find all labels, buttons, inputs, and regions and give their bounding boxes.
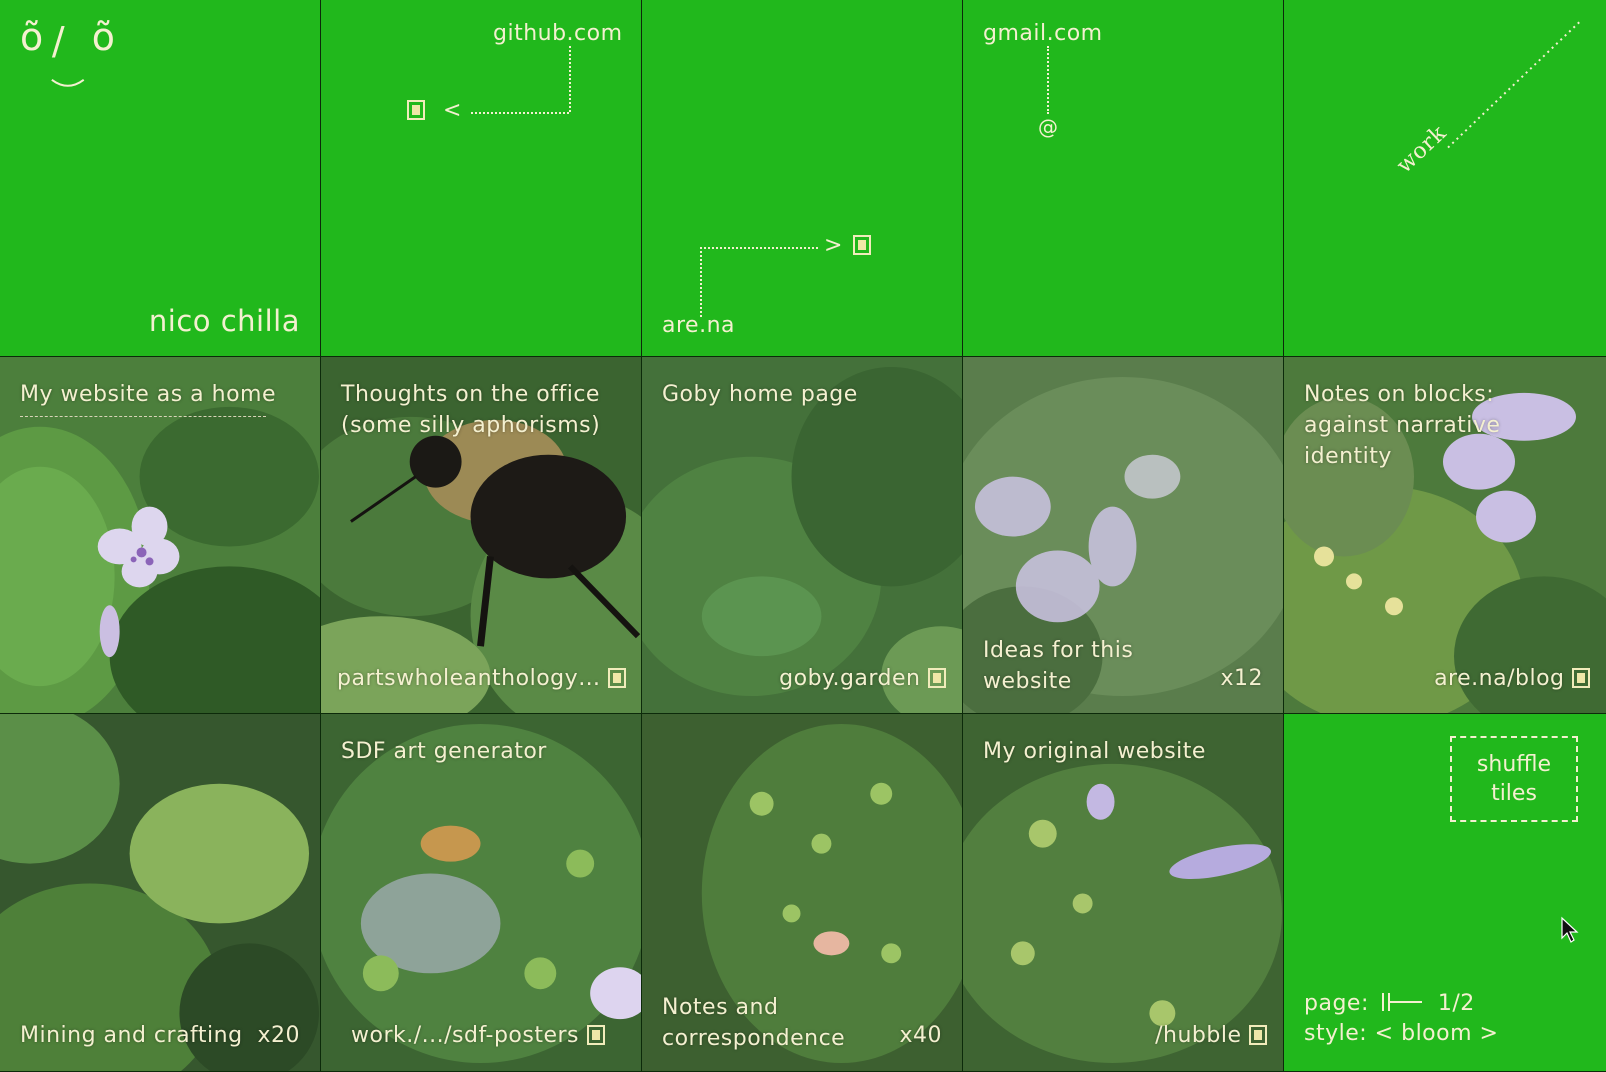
connector-line (700, 247, 818, 249)
page-indicator: page: 1/2 (1304, 991, 1475, 1016)
tile-title[interactable]: Ideas for this website (983, 635, 1163, 697)
connector-line (569, 46, 571, 112)
window-icon (1572, 668, 1590, 688)
tile-link[interactable]: are.na/blog (1434, 663, 1590, 694)
style-value: bloom (1401, 1021, 1473, 1046)
tile-arena[interactable]: > are.na (642, 0, 963, 357)
item-count: x12 (1220, 666, 1263, 691)
leaf-photo (0, 714, 320, 1071)
tile-face: õ / õ nico chilla (0, 0, 321, 357)
tile-title[interactable]: Notes on blocks: against narrative ident… (1304, 379, 1524, 472)
window-icon (928, 668, 946, 688)
tile-title[interactable]: Mining and crafting (20, 1020, 243, 1051)
leaf-photo (642, 357, 962, 713)
page-number: 1/2 (1437, 991, 1475, 1016)
connector-line (471, 112, 569, 114)
connector-line (1047, 46, 1049, 114)
page-progress-icon (1382, 993, 1423, 1011)
window-icon[interactable] (853, 230, 871, 261)
window-icon[interactable] (407, 95, 425, 126)
tile-title[interactable]: My original website (983, 736, 1206, 767)
svg-text:/: / (52, 19, 65, 63)
tile-notes[interactable]: Notes and correspondence x40 (642, 714, 963, 1072)
svg-text:õ: õ (92, 15, 115, 59)
item-count: x20 (257, 1023, 300, 1048)
tile-original-site[interactable]: My original website /hubble (963, 714, 1284, 1072)
at-sign-icon: @ (1038, 115, 1059, 139)
window-icon (1249, 1025, 1267, 1045)
gmail-link[interactable]: gmail.com (983, 18, 1103, 49)
window-icon (586, 1025, 605, 1045)
plant-photo (321, 714, 641, 1071)
github-link[interactable]: github.com (493, 18, 623, 49)
site-owner-name[interactable]: nico chilla (149, 306, 300, 337)
tile-link[interactable]: goby.garden (779, 663, 946, 694)
tile-work[interactable]: work (1284, 0, 1606, 357)
tile-title[interactable]: My website as a home (20, 379, 276, 410)
arrow-right-icon: > (824, 233, 843, 258)
diagonal-connector (1447, 19, 1583, 149)
style-next-button[interactable]: > (1480, 1021, 1499, 1046)
tile-link[interactable]: partswholeanthology… (337, 663, 627, 694)
tile-sdf[interactable]: SDF art generator work./.../sdf-posters (321, 714, 642, 1072)
connector-line (700, 247, 702, 317)
tile-goby[interactable]: Goby home page goby.garden (642, 357, 963, 714)
tile-link[interactable]: /hubble (1155, 1020, 1267, 1051)
flower-photo (0, 357, 320, 713)
tile-ideas[interactable]: Ideas for this website x12 (963, 357, 1284, 714)
arrow-left-icon: < (443, 98, 462, 123)
tile-controls: shuffle tiles page: 1/2 style: < bloom > (1284, 714, 1606, 1072)
style-selector: style: < bloom > (1304, 1021, 1499, 1046)
title-underline (20, 416, 266, 417)
style-prev-button[interactable]: < (1375, 1021, 1394, 1046)
tile-title[interactable]: Goby home page (662, 379, 858, 410)
window-icon (608, 668, 627, 688)
tile-github[interactable]: github.com < (321, 0, 642, 357)
tile-home-essay[interactable]: My website as a home (0, 357, 321, 714)
tile-mining[interactable]: Mining and crafting x20 (0, 714, 321, 1072)
tile-gmail[interactable]: gmail.com @ (963, 0, 1284, 357)
tile-office-thoughts[interactable]: Thoughts on the office (some silly aphor… (321, 357, 642, 714)
mouse-cursor-icon (1561, 916, 1579, 943)
arena-link[interactable]: are.na (662, 310, 735, 341)
plant-photo (963, 714, 1283, 1071)
tile-title[interactable]: Notes and correspondence (662, 992, 862, 1054)
face-icon: õ / õ (20, 15, 115, 87)
svg-text:õ: õ (20, 15, 43, 59)
tile-link[interactable]: work./.../sdf-posters (351, 1020, 605, 1051)
item-count: x40 (899, 1023, 942, 1048)
shuffle-tiles-button[interactable]: shuffle tiles (1450, 736, 1578, 822)
tile-title[interactable]: SDF art generator (341, 736, 547, 767)
tile-grid: õ / õ nico chilla github.com < > are.na … (0, 0, 1606, 1072)
tile-title[interactable]: Thoughts on the office (some silly aphor… (341, 379, 631, 441)
tile-blocks-notes[interactable]: Notes on blocks: against narrative ident… (1284, 357, 1606, 714)
